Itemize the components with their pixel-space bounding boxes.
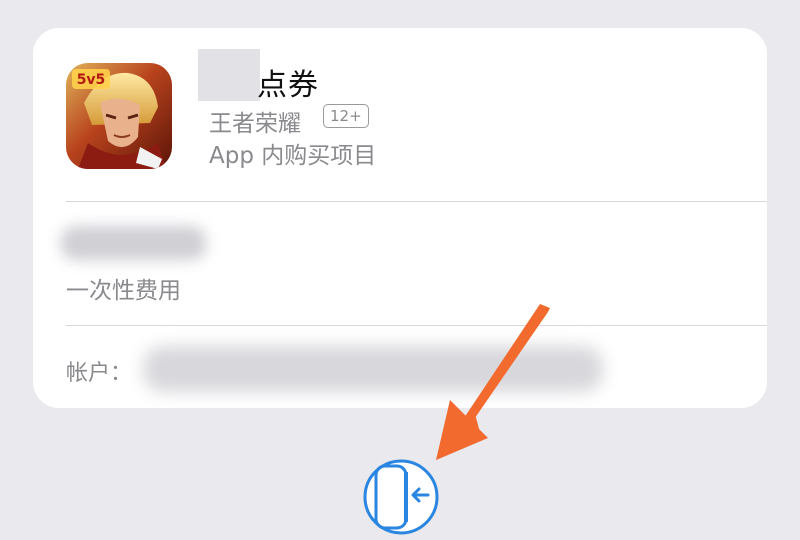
divider [66, 325, 767, 326]
account-label: 帐户： [66, 361, 133, 386]
side-button-icon [363, 459, 439, 535]
redacted-account [143, 346, 603, 392]
redacted-product-prefix [198, 49, 260, 101]
app-icon: 5v5 [66, 63, 172, 169]
fee-type-label: 一次性费用 [66, 278, 181, 304]
in-app-purchase-label: App 内购买项目 [209, 143, 377, 169]
app-icon-badge: 5v5 [77, 72, 106, 88]
app-icon-art: 5v5 [66, 63, 172, 169]
redacted-price [61, 226, 206, 260]
app-name: 王者荣耀 [209, 111, 301, 137]
divider [66, 201, 767, 202]
age-rating-badge: 12+ [323, 104, 369, 128]
purchase-sheet: 5v5 点券 王者荣耀 12+ App 内购买项目 一次性费用 帐户： [33, 28, 767, 408]
side-button-double-click-icon[interactable] [362, 458, 440, 536]
product-title: 点券 [257, 68, 319, 103]
